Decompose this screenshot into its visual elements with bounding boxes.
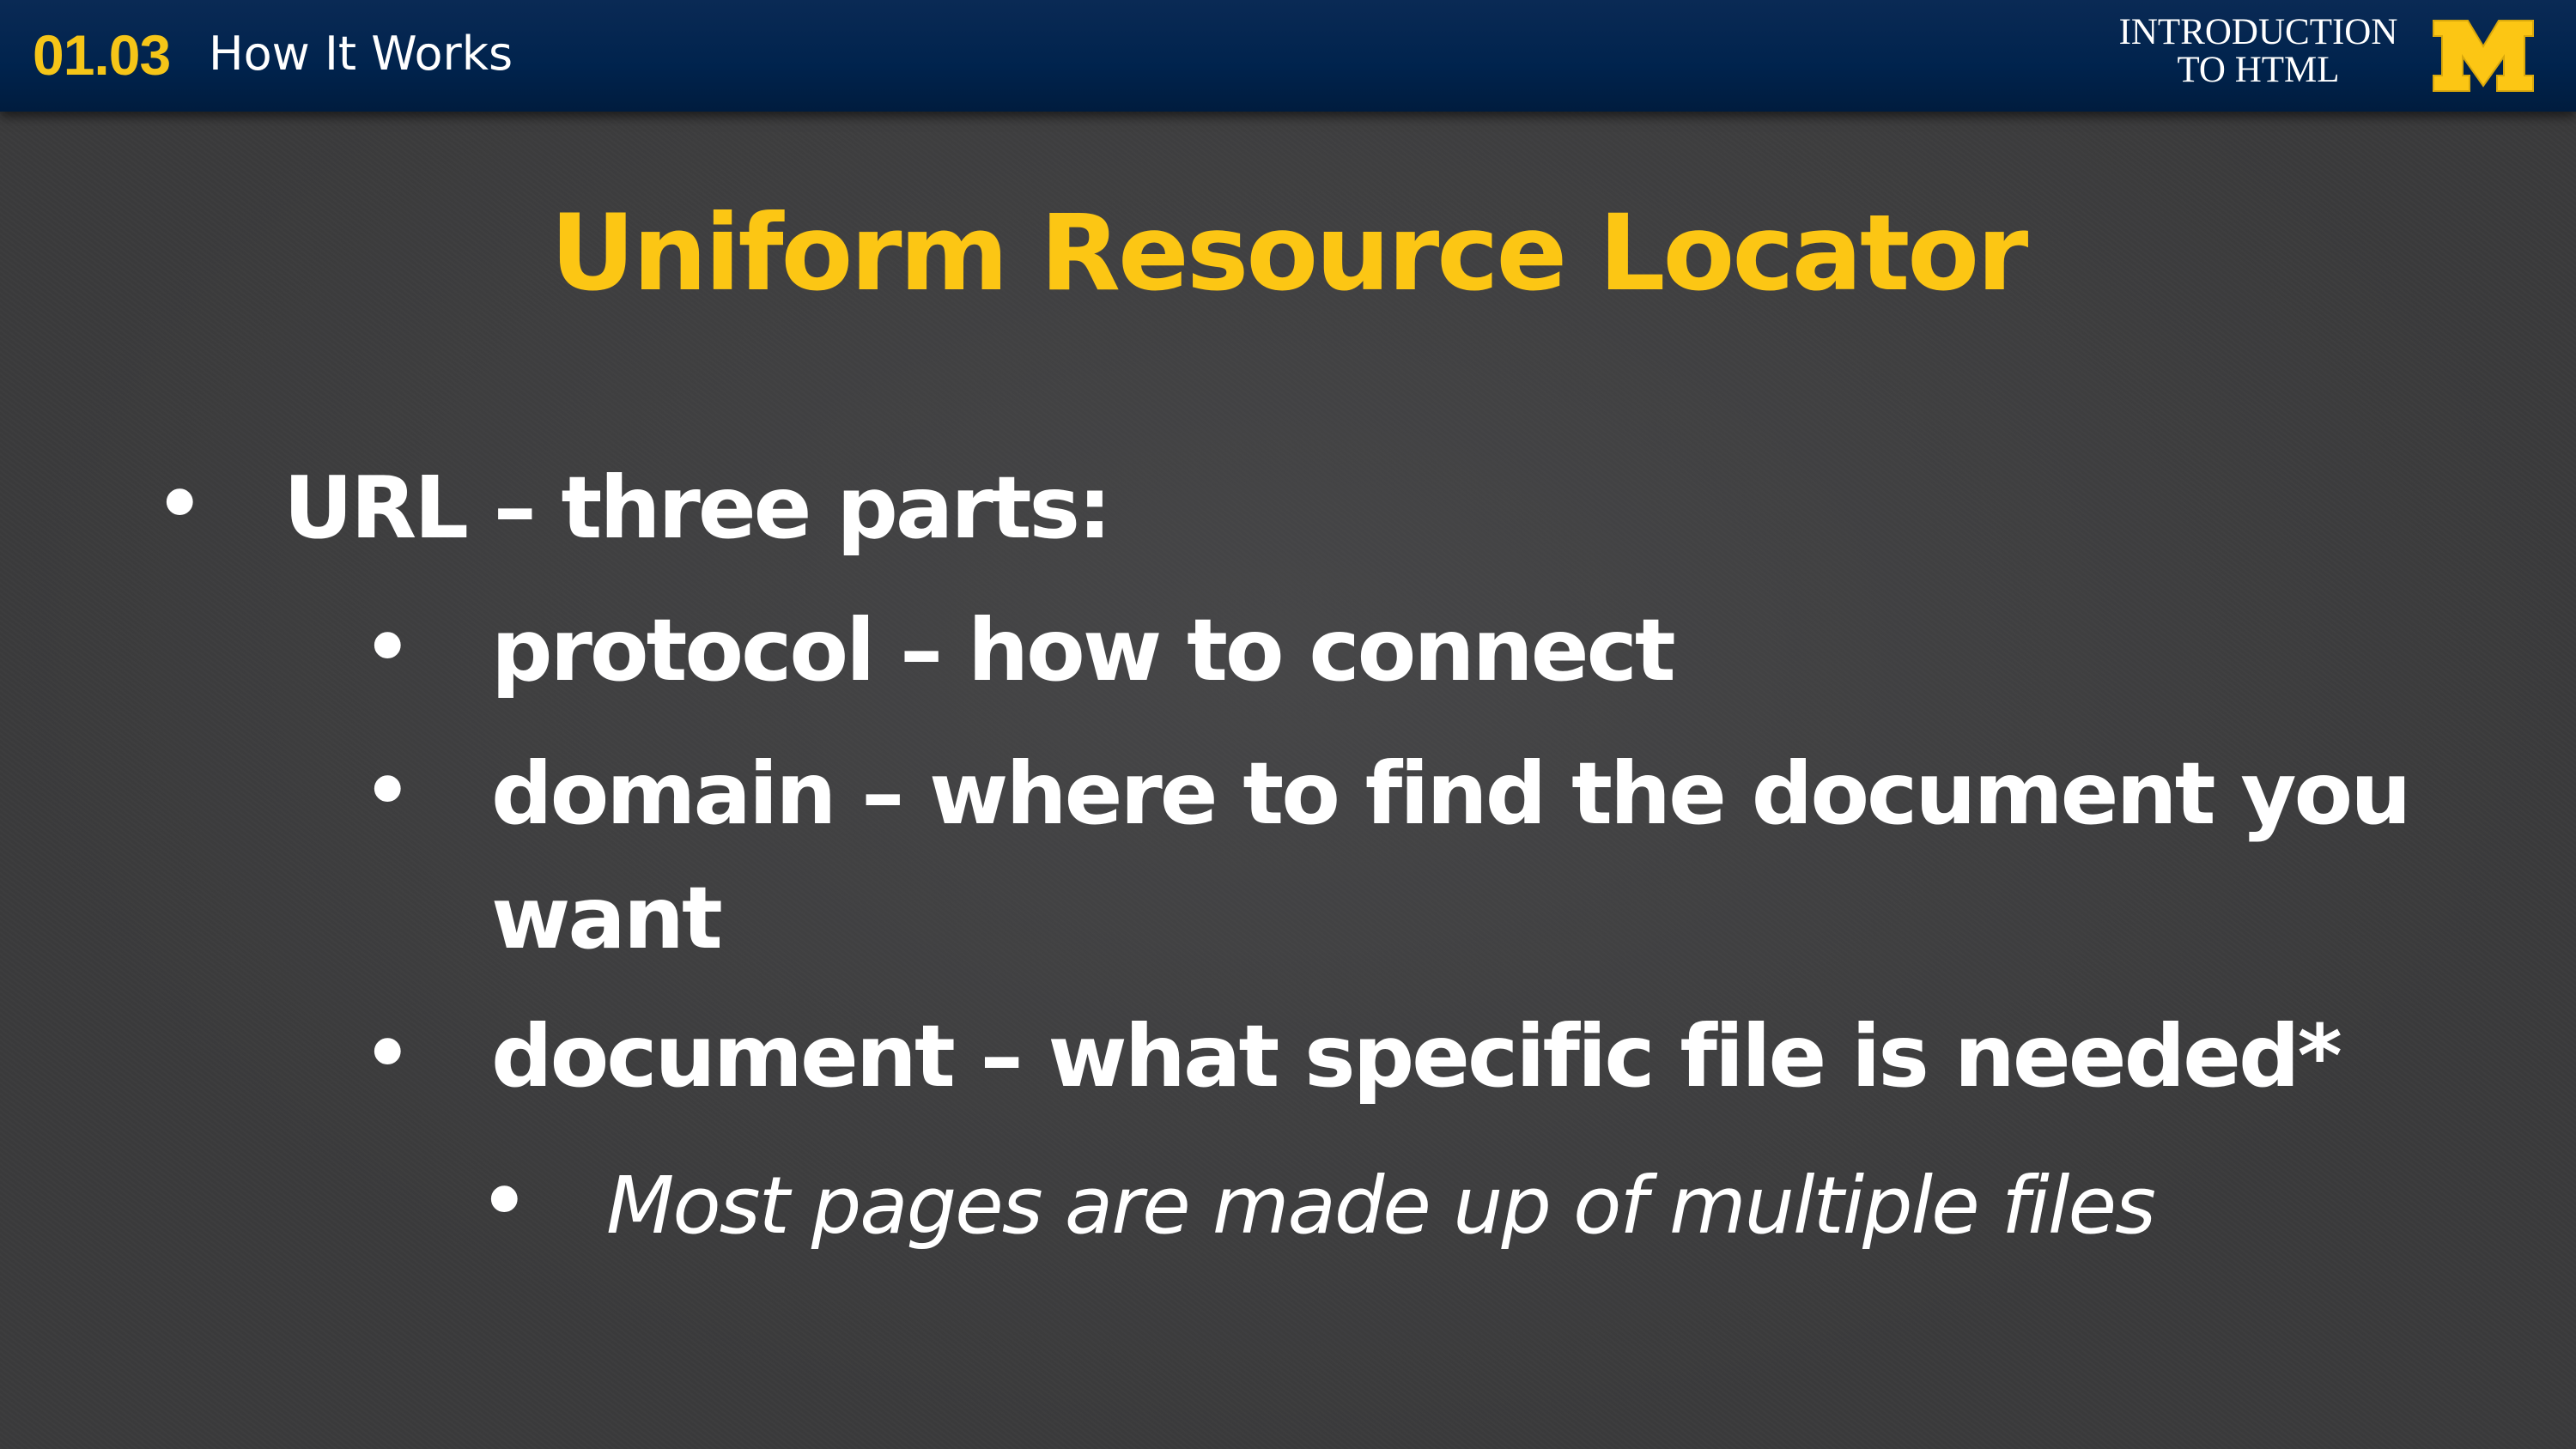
- bullet-dot: •: [361, 595, 415, 700]
- bullet-dot: •: [361, 738, 415, 844]
- course-title-line1: INTRODUCTION: [2118, 12, 2398, 52]
- section-title: How It Works: [209, 27, 513, 81]
- course-title-line2: TO HTML: [2177, 50, 2340, 90]
- bullet-dot: •: [361, 1001, 415, 1106]
- bullet-dot: •: [477, 1149, 532, 1254]
- bullet-dot: •: [153, 452, 207, 557]
- course-title: INTRODUCTION TO HTML: [2095, 14, 2421, 89]
- bullet-protocol: protocol – how to connect: [491, 600, 1676, 700]
- bullet-domain-line1: domain – where to find the document you: [491, 743, 2411, 844]
- header-bar: 01.03 How It Works INTRODUCTION TO HTML: [0, 0, 2576, 112]
- bullet-document: document – what specific file is needed*: [491, 1006, 2342, 1106]
- block-m-logo-icon: [2433, 20, 2534, 92]
- bullet-domain-line2: want: [491, 868, 723, 968]
- bullet-multiple-files: Most pages are made up of multiple files: [606, 1160, 2156, 1252]
- section-number: 01.03: [33, 23, 171, 87]
- slide-title: Uniform Resource Locator: [550, 192, 2029, 314]
- bullet-url-three-parts: URL – three parts:: [283, 458, 1112, 558]
